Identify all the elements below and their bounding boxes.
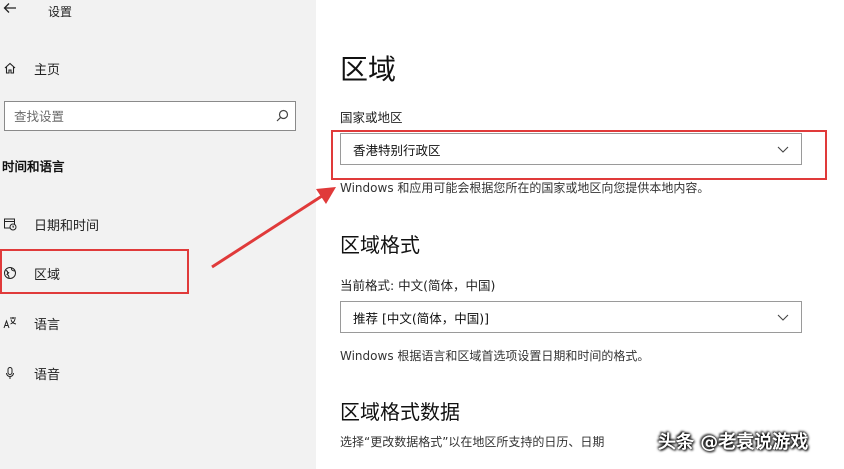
annotation-arrow xyxy=(211,187,336,269)
watermark: 头条 @老袁说游戏 xyxy=(658,432,809,453)
